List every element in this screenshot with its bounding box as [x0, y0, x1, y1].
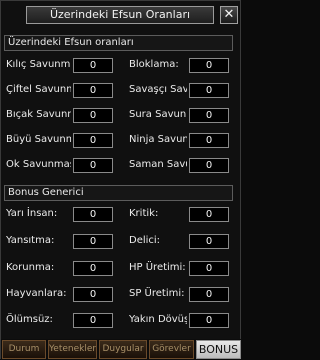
stat-label: Ok Savunması [6, 159, 71, 170]
stat-value: 0 [189, 133, 229, 148]
stat-label: Delici: [129, 235, 161, 246]
tab-durum[interactable]: Durum [2, 340, 46, 359]
bonus-window: Üzerindeki Efsun Oranları ✕ Üzerindeki E… [0, 0, 242, 360]
section-header-bonus: Bonus Generici [4, 185, 233, 201]
stat-label: Yansıtma: [6, 235, 55, 246]
stat-label: Korunma: [6, 262, 55, 273]
stat-value: 0 [73, 287, 113, 302]
stat-label: SP Üretimi: [129, 288, 185, 299]
stat-label: HP Üretimi: [129, 262, 186, 273]
stat-label: Bıçak Savunması [6, 109, 71, 120]
stat-value: 0 [73, 261, 113, 276]
stat-label: Kılıç Savunması [6, 59, 71, 70]
stat-label: Saman Savunması [129, 159, 187, 170]
stat-value: 0 [189, 108, 229, 123]
stat-label: Çiftel Savunması [6, 84, 71, 95]
stat-value: 0 [73, 158, 113, 173]
stat-value: 0 [73, 234, 113, 249]
tab-duygular[interactable]: Duygular [99, 340, 147, 359]
tab-bonus[interactable]: BONUS [196, 340, 241, 359]
stat-label: Yakın Dövüş [129, 314, 187, 325]
stat-label: Kritik: [129, 208, 159, 219]
stat-label: Hayvanlara: [6, 288, 67, 299]
stat-value: 0 [73, 313, 113, 328]
stat-value: 0 [189, 261, 229, 276]
stat-value: 0 [73, 108, 113, 123]
stat-value: 0 [73, 207, 113, 222]
stat-label: Bloklama: [129, 59, 179, 70]
stat-value: 0 [189, 158, 229, 173]
stat-value: 0 [189, 313, 229, 328]
stat-value: 0 [189, 207, 229, 222]
stat-label: Büyü Savunması [6, 134, 71, 145]
stat-value: 0 [73, 58, 113, 73]
stat-value: 0 [73, 83, 113, 98]
stat-label: Savaşçı Savunması [129, 84, 187, 95]
stat-value: 0 [189, 287, 229, 302]
tab-yetenekler[interactable]: Yetenekler [48, 340, 97, 359]
stat-label: Ninja Savunması [129, 134, 187, 145]
tab-gorevler[interactable]: Görevler [149, 340, 194, 359]
stat-label: Ölümsüz: [6, 314, 53, 325]
stat-value: 0 [189, 83, 229, 98]
tab-bar: Durum Yetenekler Duygular Görevler BONUS [1, 339, 242, 360]
stat-value: 0 [189, 58, 229, 73]
window-title[interactable]: Üzerindeki Efsun Oranları [26, 6, 214, 24]
stat-label: Yarı İnsan: [6, 208, 58, 219]
close-button[interactable]: ✕ [220, 6, 238, 24]
section-header-efsun: Üzerindeki Efsun oranları [4, 35, 233, 51]
stat-label: Sura Savunması [129, 109, 187, 120]
stat-value: 0 [189, 234, 229, 249]
stat-value: 0 [73, 133, 113, 148]
